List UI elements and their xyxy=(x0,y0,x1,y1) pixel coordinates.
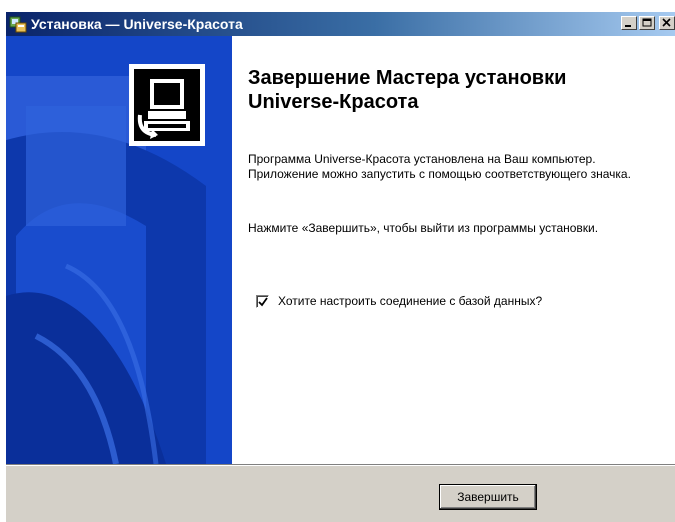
close-icon xyxy=(662,18,671,27)
setup-computer-icon xyxy=(134,69,200,141)
db-connection-checkbox[interactable] xyxy=(256,294,269,308)
finish-button[interactable]: Завершить xyxy=(439,484,537,510)
checkmark-icon xyxy=(258,296,268,306)
wizard-heading: Завершение Мастера установки Universe-Кр… xyxy=(248,67,567,113)
install-complete-text: Программа Universe-Красота установлена н… xyxy=(248,152,631,181)
maximize-icon xyxy=(642,18,652,27)
minimize-icon xyxy=(625,25,631,27)
wizard-side-panel xyxy=(6,36,232,464)
wizard-logo xyxy=(129,64,205,146)
wizard-content: Завершение Мастера установки Universe-Кр… xyxy=(6,36,675,464)
finish-instruction-text: Нажмите «Завершить», чтобы выйти из прог… xyxy=(248,221,599,235)
wizard-footer: Завершить xyxy=(6,466,675,522)
minimize-button[interactable] xyxy=(621,16,637,30)
installer-window: Установка — Universe-Красота Завершение … xyxy=(6,12,675,522)
window-title: Установка — Universe-Красота xyxy=(31,16,243,32)
title-bar[interactable]: Установка — Universe-Красота xyxy=(6,12,675,36)
maximize-button[interactable] xyxy=(639,16,655,30)
db-connection-option[interactable]: Хотите настроить соединение с базой данн… xyxy=(256,294,542,308)
close-button[interactable] xyxy=(659,16,675,30)
db-connection-label: Хотите настроить соединение с базой данн… xyxy=(278,294,543,308)
window-controls xyxy=(621,16,675,30)
installer-icon xyxy=(8,15,28,33)
